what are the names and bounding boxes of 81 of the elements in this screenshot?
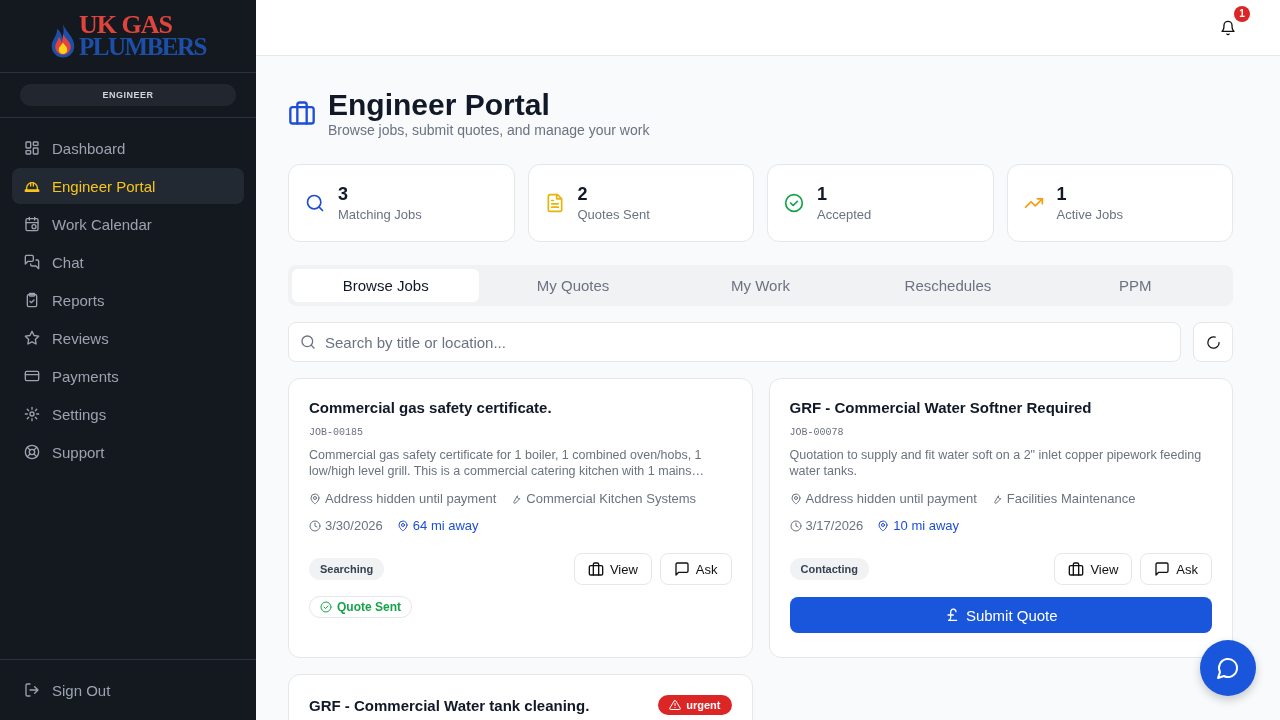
location-icon xyxy=(789,492,802,505)
job-code: JOB-00078 xyxy=(789,427,845,438)
job-description: Quotation to supply and fit water soft on a 2" inlet copper pipework feeding water tanks. xyxy=(789,447,1203,479)
tab[interactable]: Reschedules xyxy=(854,269,1042,302)
logo-text: PLUMBERS xyxy=(79,36,206,58)
clipboard-icon xyxy=(24,292,40,308)
sign-out-icon xyxy=(24,682,40,698)
distance-text: 64 mi away xyxy=(412,518,479,533)
briefcase-icon xyxy=(587,561,604,577)
job-code: JOB-00185 xyxy=(309,427,364,438)
briefcase-icon xyxy=(288,99,316,127)
refresh-button[interactable] xyxy=(1193,322,1233,362)
notification-count: 1 xyxy=(1234,5,1250,22)
stat-value: 2 xyxy=(577,184,589,205)
sidebar-item[interactable]: Chat xyxy=(12,244,244,280)
stat-value: 1 xyxy=(1056,184,1068,205)
sidebar-item[interactable]: Payments xyxy=(12,358,244,394)
dashboard-icon xyxy=(24,140,40,156)
job-title: GRF - Commercial Water Softner Required xyxy=(789,399,1092,416)
credit-card-icon xyxy=(24,368,40,384)
category-text: Commercial Kitchen Systems xyxy=(526,491,697,506)
logo-text: UK GAS xyxy=(79,14,172,37)
flame-icon xyxy=(50,23,77,59)
stat-label: Active Jobs xyxy=(1056,207,1123,222)
job-description: Commercial gas safety certificate for 1 boiler, 1 combined oven/hobs, 1 low/high level grill. This is a commercial catering kitchen with 1 mains… xyxy=(309,447,706,479)
clock-icon xyxy=(789,519,802,532)
tab[interactable]: Browse Jobs xyxy=(292,269,480,302)
location-icon xyxy=(396,519,409,532)
message-icon xyxy=(673,561,690,577)
job-date: 3/17/2026 xyxy=(805,518,864,533)
chat-icon xyxy=(1216,656,1240,680)
ask-button[interactable]: Ask xyxy=(1140,553,1212,585)
check-circle-icon xyxy=(320,601,332,613)
stat-label: Matching Jobs xyxy=(338,207,422,222)
calendar-icon xyxy=(24,216,40,232)
settings-icon xyxy=(24,406,40,422)
chat-icon xyxy=(24,254,40,270)
tab[interactable]: PPM xyxy=(1041,269,1230,302)
sign-out-link[interactable]: Sign Out xyxy=(12,672,244,708)
job-title: Commercial gas safety certificate. xyxy=(309,399,552,416)
briefcase-icon xyxy=(1068,561,1085,577)
role-badge: ENGINEER xyxy=(20,84,236,106)
status-badge: Searching xyxy=(309,558,385,580)
tab[interactable]: My Quotes xyxy=(479,269,667,302)
urgent-badge: urgent xyxy=(658,695,732,715)
tab[interactable]: My Work xyxy=(666,269,855,302)
sidebar-item[interactable]: Support xyxy=(12,434,244,470)
stat-label: Accepted xyxy=(817,207,872,222)
lifebuoy-icon xyxy=(24,444,40,460)
star-icon xyxy=(24,330,40,346)
search-field[interactable]: Search by title or location... xyxy=(288,322,1181,362)
location-icon xyxy=(309,492,321,505)
bell-icon xyxy=(1220,19,1236,36)
distance-text: 10 mi away xyxy=(893,518,960,533)
sidebar-item[interactable]: Reports xyxy=(12,282,244,318)
category-text: Facilities Maintenance xyxy=(1006,491,1136,506)
ask-button[interactable]: Ask xyxy=(659,553,732,585)
message-icon xyxy=(1154,561,1171,577)
address-text: Address hidden until payment xyxy=(805,491,977,506)
address-text: Address hidden until payment xyxy=(325,491,497,506)
job-date: 3/30/2026 xyxy=(325,518,383,533)
stat-label: Quotes Sent xyxy=(577,207,650,222)
sidebar-item[interactable]: Reviews xyxy=(12,320,244,356)
wrench-icon xyxy=(510,492,523,505)
page-title: Engineer Portal xyxy=(328,88,551,122)
clock-icon xyxy=(309,519,321,532)
sidebar-item[interactable]: Dashboard xyxy=(12,130,244,166)
sidebar-item[interactable]: Settings xyxy=(12,396,244,432)
stat-value: 3 xyxy=(338,184,349,205)
page-subtitle: Browse jobs, submit quotes, and manage your work xyxy=(328,122,650,138)
refresh-icon xyxy=(1205,334,1221,350)
stat-value: 1 xyxy=(817,184,828,205)
status-badge: Contacting xyxy=(789,558,869,580)
sidebar-item[interactable]: Work Calendar xyxy=(12,206,244,242)
job-title: GRF - Commercial Water tank cleaning. xyxy=(309,696,590,714)
location-icon xyxy=(877,519,890,532)
warning-icon xyxy=(669,699,682,711)
sidebar-item[interactable]: Engineer Portal xyxy=(12,168,244,204)
submit-quote-button[interactable]: Submit Quote xyxy=(789,597,1212,633)
view-button[interactable]: View xyxy=(1054,553,1133,585)
view-button[interactable]: View xyxy=(573,553,652,585)
